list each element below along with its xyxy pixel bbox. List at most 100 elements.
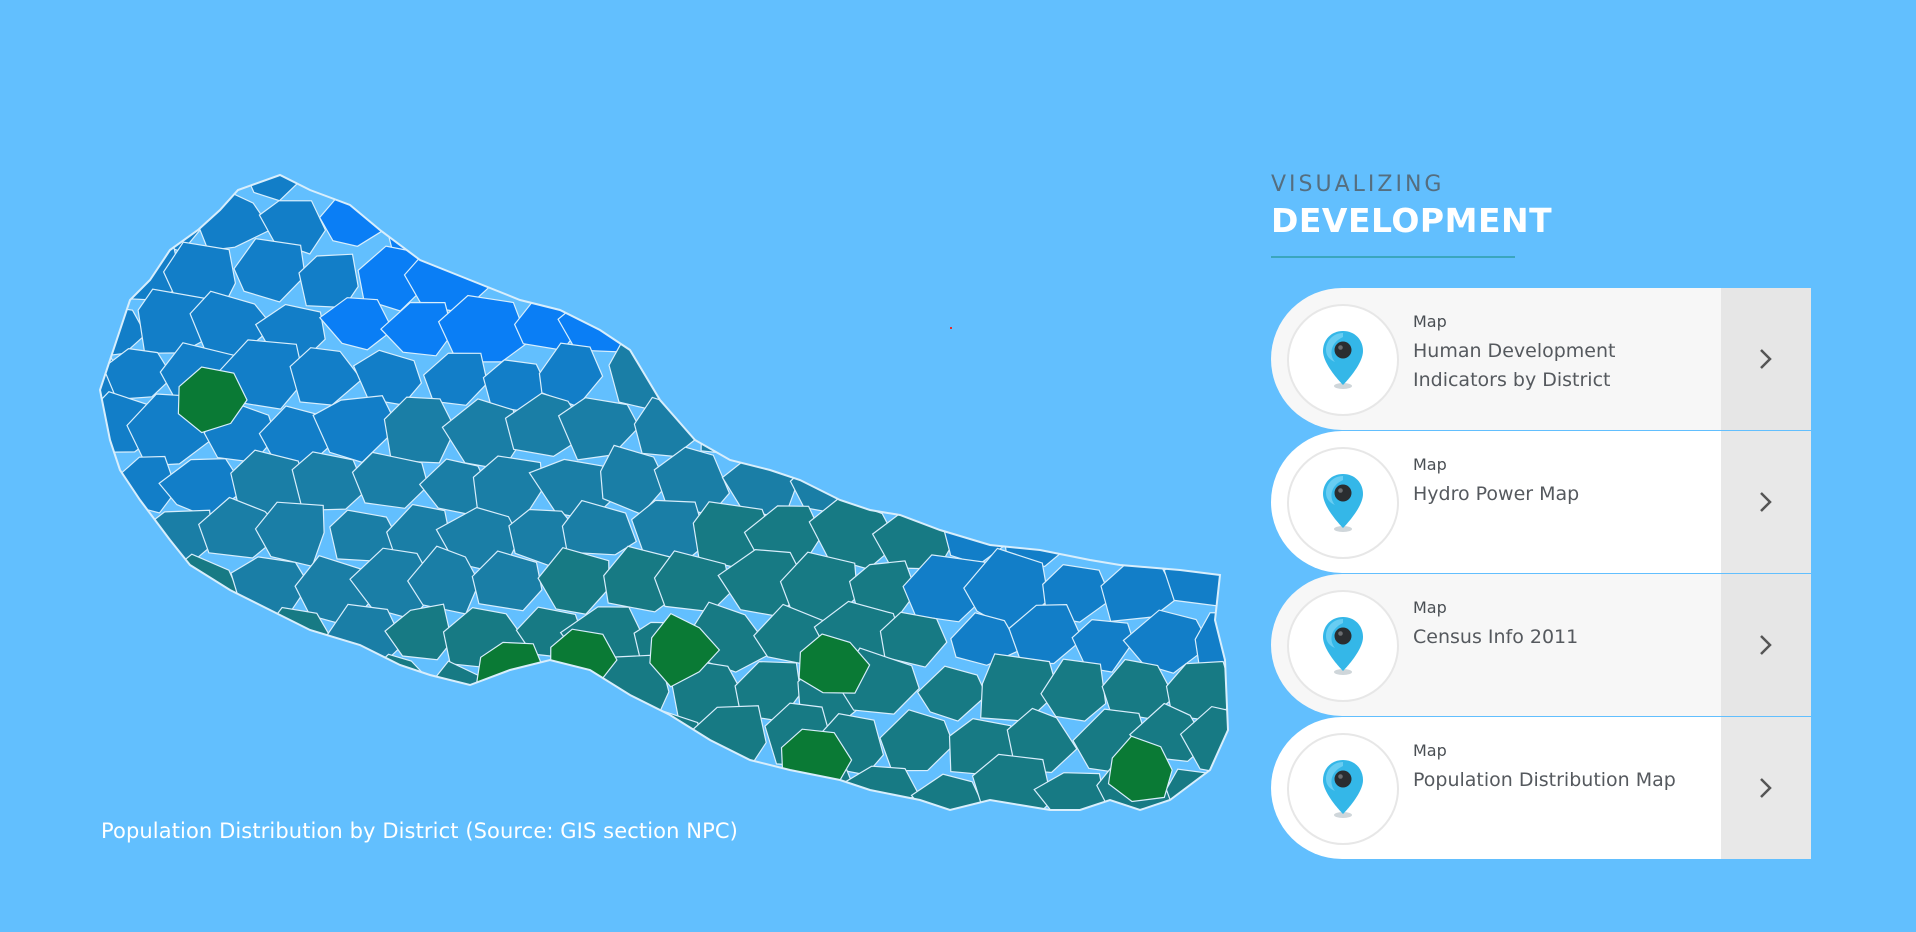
map-districts[interactable] (90, 170, 1240, 830)
district-shape[interactable] (162, 667, 240, 720)
district-shape[interactable] (859, 170, 923, 200)
district-shape[interactable] (312, 395, 399, 463)
district-shape[interactable] (422, 352, 489, 406)
district-shape[interactable] (190, 710, 268, 773)
district-shape[interactable] (976, 249, 1049, 306)
district-shape[interactable] (90, 555, 120, 616)
district-shape[interactable] (130, 709, 219, 781)
district-shape[interactable] (1180, 195, 1240, 256)
district-shape[interactable] (349, 756, 428, 824)
district-shape[interactable] (1078, 501, 1140, 561)
district-map[interactable] (90, 170, 1240, 830)
district-shape[interactable] (1214, 446, 1240, 516)
district-shape[interactable] (608, 339, 686, 412)
district-shape[interactable] (506, 709, 575, 773)
district-shape[interactable] (700, 401, 776, 456)
map-card-hydro-power[interactable]: Map Hydro Power Map (1271, 431, 1811, 573)
district-shape[interactable] (1029, 447, 1108, 519)
district-shape[interactable] (752, 400, 823, 467)
district-shape[interactable] (696, 306, 767, 362)
district-shape[interactable] (665, 242, 739, 306)
district-shape[interactable] (289, 347, 363, 406)
map-card-human-development[interactable]: Map Human Development Indicators by Dist… (1271, 288, 1811, 430)
district-shape[interactable] (1139, 293, 1199, 347)
district-shape[interactable] (727, 238, 802, 297)
district-shape[interactable] (572, 193, 654, 265)
district-shape[interactable] (140, 614, 212, 664)
district-shape[interactable] (1066, 291, 1145, 368)
chevron-right-icon[interactable] (1721, 717, 1811, 859)
district-shape[interactable] (442, 711, 520, 773)
district-shape[interactable] (1096, 342, 1184, 407)
district-shape[interactable] (535, 767, 606, 823)
district-shape[interactable] (90, 764, 115, 826)
district-shape[interactable] (851, 349, 925, 408)
district-shape[interactable] (1125, 501, 1192, 560)
district-shape[interactable] (754, 287, 825, 354)
district-shape[interactable] (90, 508, 152, 569)
district-shape[interactable] (160, 754, 240, 822)
district-shape[interactable] (742, 814, 826, 830)
district-shape[interactable] (90, 245, 124, 302)
district-shape[interactable] (222, 656, 307, 727)
district-shape[interactable] (975, 170, 1039, 201)
district-shape[interactable] (293, 170, 371, 200)
district-shape[interactable] (860, 247, 931, 306)
district-shape[interactable] (1014, 203, 1079, 253)
map-card-population[interactable]: Map Population Distribution Map (1271, 717, 1811, 859)
district-shape[interactable] (481, 229, 555, 295)
chevron-right-icon[interactable] (1721, 574, 1811, 716)
district-shape[interactable] (263, 708, 334, 774)
district-shape[interactable] (1092, 446, 1174, 510)
district-shape[interactable] (1007, 816, 1078, 830)
district-shape[interactable] (416, 774, 483, 822)
district-shape[interactable] (1117, 808, 1205, 830)
card-name[interactable]: Census Info 2011 (1413, 623, 1713, 652)
district-shape[interactable] (453, 195, 516, 257)
district-shape[interactable] (1163, 170, 1231, 208)
district-shape[interactable] (383, 703, 456, 770)
district-shape[interactable] (814, 821, 893, 830)
district-shape[interactable] (1192, 500, 1240, 562)
district-shape[interactable] (765, 190, 835, 241)
district-shape[interactable] (1136, 400, 1214, 455)
district-shape[interactable] (315, 702, 406, 770)
district-shape[interactable] (1009, 399, 1076, 457)
district-shape[interactable] (783, 345, 859, 403)
district-shape[interactable] (1105, 238, 1184, 310)
district-shape[interactable] (90, 712, 143, 779)
district-shape[interactable] (475, 170, 554, 208)
district-shape[interactable] (1058, 813, 1140, 830)
map-card-census[interactable]: Map Census Info 2011 (1271, 574, 1811, 716)
card-name[interactable]: Human Development Indicators by District (1413, 337, 1713, 395)
district-shape[interactable] (597, 243, 667, 308)
district-shape[interactable] (174, 170, 239, 196)
district-shape[interactable] (667, 352, 736, 415)
district-shape[interactable] (1187, 291, 1240, 358)
district-shape[interactable] (90, 170, 115, 195)
district-shape[interactable] (962, 439, 1061, 514)
district-shape[interactable] (90, 661, 130, 721)
district-shape[interactable] (1151, 456, 1229, 523)
district-shape[interactable] (634, 301, 716, 360)
district-shape[interactable] (727, 766, 797, 827)
district-shape[interactable] (382, 187, 462, 257)
chevron-right-icon[interactable] (1721, 431, 1811, 573)
district-shape[interactable] (903, 242, 978, 308)
district-shape[interactable] (543, 170, 607, 193)
district-shape[interactable] (90, 597, 157, 668)
district-map-svg[interactable] (90, 170, 1240, 830)
district-shape[interactable] (557, 287, 643, 353)
district-shape[interactable] (789, 250, 864, 303)
district-shape[interactable] (1128, 193, 1199, 251)
district-shape[interactable] (318, 192, 392, 247)
district-shape[interactable] (1028, 238, 1095, 301)
district-shape[interactable] (774, 170, 868, 203)
district-shape[interactable] (687, 198, 772, 257)
district-shape[interactable] (880, 300, 957, 359)
district-shape[interactable] (1180, 809, 1240, 831)
chevron-right-icon[interactable] (1721, 288, 1811, 430)
district-shape[interactable] (938, 389, 1013, 458)
district-shape[interactable] (879, 709, 955, 772)
district-shape[interactable] (107, 663, 168, 722)
